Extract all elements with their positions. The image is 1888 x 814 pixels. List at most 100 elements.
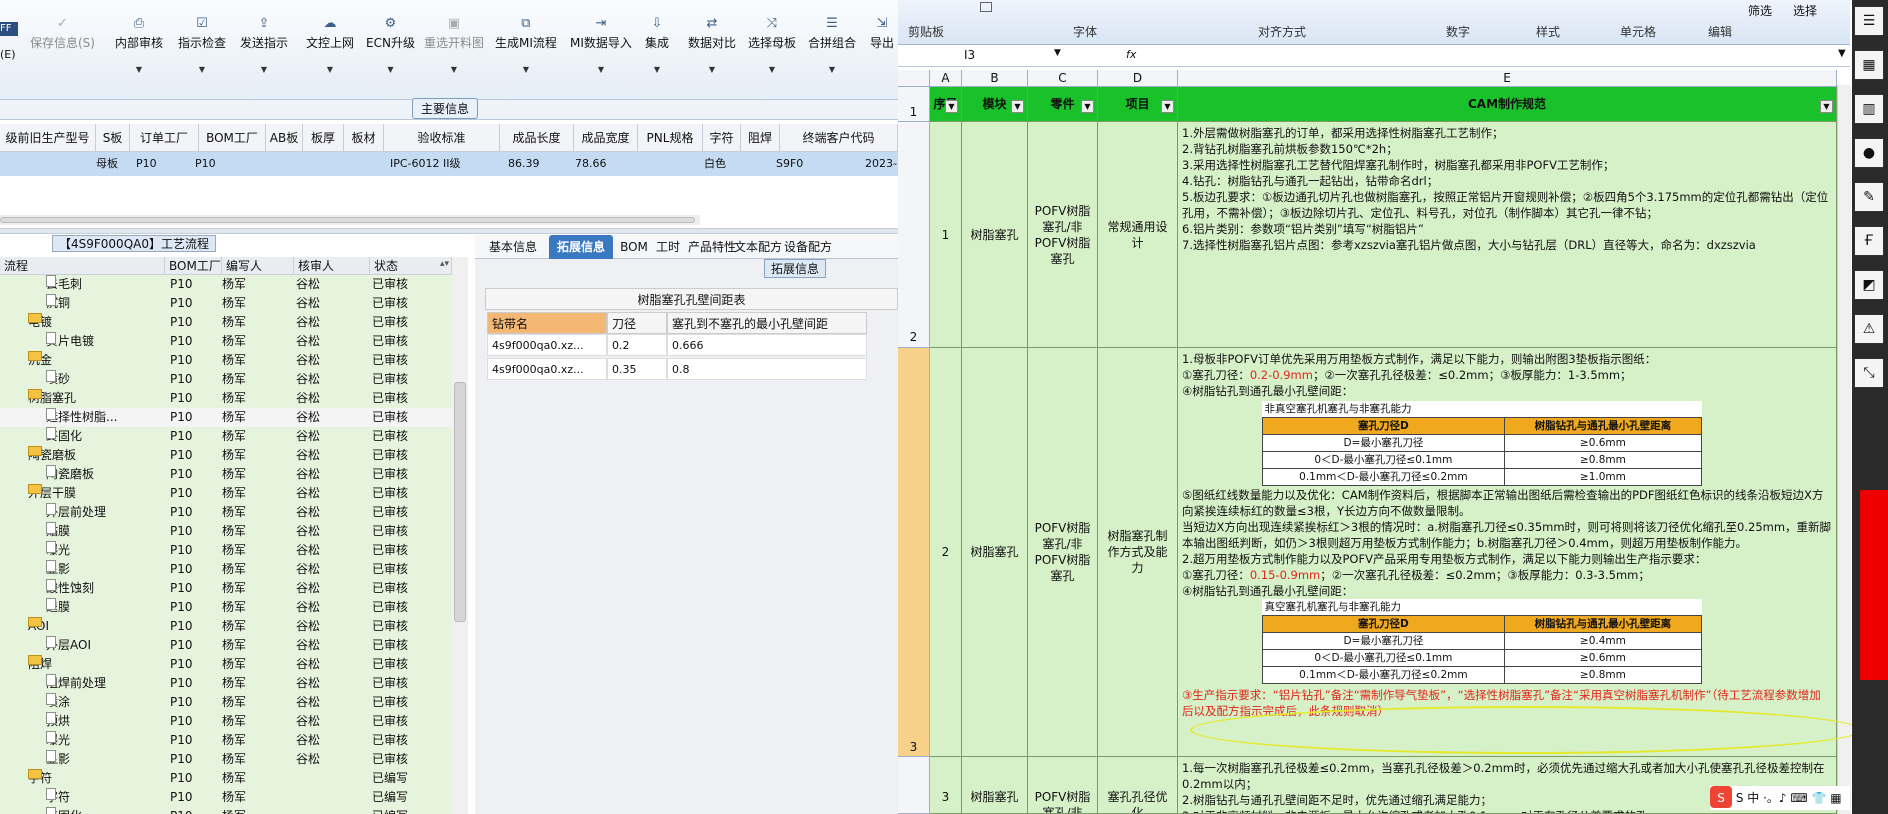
column-header-D[interactable]: D (1098, 70, 1178, 87)
sheet-cell-seq[interactable]: 1 (930, 122, 962, 348)
ext-header-2[interactable]: 塞孔到不塞孔的最小孔壁间距 (667, 312, 867, 334)
grid-header-2[interactable]: 订单工厂 (130, 124, 199, 152)
grid-header-0[interactable]: 级前旧生产型号 (0, 124, 96, 152)
ext-cell[interactable]: 0.8 (667, 358, 867, 380)
tree-header-3[interactable]: 核审人 (294, 257, 370, 275)
tree-row[interactable]: 喷涂 P10 杨军 谷松 已审核 (0, 693, 452, 712)
filter-button[interactable]: 筛选 (1748, 2, 1772, 19)
horizontal-scrollbar[interactable] (0, 215, 700, 225)
chevron-down-icon[interactable]: ▼ (808, 65, 856, 74)
name-box[interactable]: I3 (964, 48, 975, 62)
grid-header-7[interactable]: 验收标准 (384, 124, 500, 152)
tree-row[interactable]: AOI P10 杨军 谷松 已审核 (0, 617, 452, 636)
sheet-cell-seq[interactable]: 3 (930, 757, 962, 814)
chevron-down-icon[interactable]: ▼ (240, 65, 288, 74)
chevron-down-icon[interactable]: ▼ (495, 65, 557, 74)
sheet-header-0[interactable]: 序号▼ (930, 87, 962, 122)
row-header-3[interactable]: 3 (898, 348, 930, 757)
column-header-A[interactable]: A (930, 70, 962, 87)
sheet-cell-item[interactable]: 塞孔孔径优化 (1098, 757, 1178, 814)
tree-row[interactable]: 曝光 P10 杨军 谷松 已审核 (0, 541, 452, 560)
sheet-cell-module[interactable]: 树脂塞孔 (962, 122, 1028, 348)
chevron-down-icon[interactable]: ▼ (570, 65, 632, 74)
tree-row[interactable]: 显影 P10 杨军 谷松 已审核 (0, 750, 452, 769)
grid-header-11[interactable]: 字符 (703, 124, 741, 152)
ext-cell[interactable]: 4s9f000qa0.xz... (487, 358, 607, 380)
toolbar-edge-tab[interactable]: FF (0, 22, 18, 36)
sheet-cell-seq[interactable]: 2 (930, 348, 962, 757)
tree-row[interactable]: 字符 P10 杨军 已编写 (0, 788, 452, 807)
tree-row[interactable]: 电镀 P10 杨军 谷松 已审核 (0, 313, 452, 332)
name-box-dropdown-icon[interactable]: ▼ (1054, 48, 1061, 58)
grid-header-13[interactable]: 终端客户代码 (780, 124, 898, 152)
sheet-cell-part[interactable]: POFV树脂塞孔/非POFV树脂塞孔 (1028, 348, 1098, 757)
grid-header-10[interactable]: PNL规格 (638, 124, 703, 152)
sheet-header-3[interactable]: 项目 ▼ (1098, 87, 1178, 122)
filter-dropdown-icon[interactable]: ▼ (1820, 100, 1833, 113)
column-header-B[interactable]: B (962, 70, 1028, 87)
grid-header-9[interactable]: 成品宽度 (574, 124, 638, 152)
toolbar-button-1[interactable]: ⎙ 内部审核 ▼ (115, 16, 163, 74)
sheet-cell-item[interactable]: 常规通用设计 (1098, 122, 1178, 348)
font-icon[interactable]: Ғ (1854, 226, 1884, 256)
tree-row[interactable]: 去毛刺 P10 杨军 谷松 已审核 (0, 275, 452, 294)
filter-dropdown-icon[interactable]: ▼ (1161, 100, 1174, 113)
chevron-down-icon[interactable]: ▼ (748, 65, 796, 74)
toolbar-button-5[interactable]: ⚙ ECN升级 ▼ (366, 16, 415, 74)
ext-header-1[interactable]: 刀径 (607, 312, 667, 334)
toolbar-button-9[interactable]: ⇩ 集成 ▼ (645, 16, 669, 74)
tree-row[interactable]: 字符 P10 杨军 已编写 (0, 769, 452, 788)
tree-row[interactable]: 曝光 P10 杨军 谷松 已审核 (0, 731, 452, 750)
tree-row[interactable]: 外层干膜 P10 杨军 谷松 已审核 (0, 484, 452, 503)
toolbar-button-12[interactable]: ☰ 合拼组合 ▼ (808, 16, 856, 74)
filter-dropdown-icon[interactable]: ▼ (1011, 100, 1024, 113)
tree-row[interactable]: 选择性树脂... P10 杨军 谷松 已审核 (0, 408, 452, 427)
bold-icon[interactable] (980, 2, 992, 12)
shape-icon[interactable]: ◩ (1854, 270, 1884, 300)
ext-cell[interactable]: 0.35 (607, 358, 667, 380)
grid-header-5[interactable]: 板厚 (303, 124, 344, 152)
sheet-cell-spec-2[interactable]: 1.母板非POFV订单优先采用万用垫板方式制作，满足以下能力，则输出附图3垫板指… (1178, 348, 1837, 757)
sheet-cell-module[interactable]: 树脂塞孔 (962, 348, 1028, 757)
sheet-cell-module[interactable]: 树脂塞孔 (962, 757, 1028, 814)
toolbar-button-7[interactable]: ⧉ 生成MI流程 ▼ (495, 16, 557, 74)
sheet-cell-spec-1[interactable]: 1.外层需做树脂塞孔的订单，都采用选择性树脂塞孔工艺制作； 2.背钻孔树脂塞孔前… (1178, 122, 1837, 348)
toolbar-button-10[interactable]: ⇄ 数据对比 ▼ (688, 16, 736, 74)
tree-header-2[interactable]: 编写人 (222, 257, 294, 275)
tab-3[interactable]: 工时 (653, 235, 683, 259)
tree-row[interactable]: 外层前处理 P10 杨军 谷松 已审核 (0, 503, 452, 522)
tab-0[interactable]: 基本信息 (483, 235, 543, 259)
row-header-4[interactable] (898, 757, 930, 814)
horizontal-scroll-thumb[interactable] (0, 217, 695, 223)
sheet-header-1[interactable]: 模块 ▼ (962, 87, 1028, 122)
bar-icon[interactable]: ▥ (1854, 94, 1884, 124)
move-icon[interactable]: ⤡ (1854, 358, 1884, 388)
tree-row[interactable]: 预烘 P10 杨军 谷松 已审核 (0, 712, 452, 731)
grid-header-12[interactable]: 阻焊 (741, 124, 780, 152)
toolbar-button-8[interactable]: ⇥ MI数据导入 ▼ (570, 16, 632, 74)
sheet-cell-part[interactable]: POFV树脂塞孔/非POFV树脂塞孔 (1028, 757, 1098, 814)
tree-vertical-scrollbar[interactable] (452, 257, 468, 814)
tree-row[interactable]: 沉铜 P10 杨军 谷松 已审核 (0, 294, 452, 313)
tree-row[interactable]: 外层AOI P10 杨军 谷松 已审核 (0, 636, 452, 655)
tree-row[interactable]: 喷砂 P10 杨军 谷松 已审核 (0, 370, 452, 389)
chevron-down-icon[interactable]: ▼ (424, 65, 484, 74)
grid-header-3[interactable]: BOM工厂 (199, 124, 266, 152)
grid-header-1[interactable]: S板 (96, 124, 130, 152)
tree-row[interactable]: 贴膜 P10 杨军 谷松 已审核 (0, 522, 452, 541)
toolbar-button-6[interactable]: ▣ 重选开料图 ▼ (424, 16, 484, 74)
column-header-C[interactable]: C (1028, 70, 1098, 87)
tab-1[interactable]: 拓展信息 (549, 235, 613, 259)
chevron-down-icon[interactable]: ▼ (306, 65, 354, 74)
tree-row[interactable]: 阻焊前处理 P10 杨军 谷松 已审核 (0, 674, 452, 693)
sheet-vertical-scrollbar[interactable] (1837, 85, 1851, 814)
tree-header-scroll-arrows[interactable]: ▴▾ (440, 259, 449, 269)
toolbar-button-4[interactable]: ☁ 文控上网 ▼ (306, 16, 354, 74)
tree-row[interactable]: 陶瓷磨板 P10 杨军 谷松 已审核 (0, 465, 452, 484)
chevron-down-icon[interactable]: ▼ (688, 65, 736, 74)
ext-cell[interactable]: 4s9f000qa0.xz... (487, 334, 607, 356)
tree-row[interactable]: 负片电镀 P10 杨军 谷松 已审核 (0, 332, 452, 351)
select-all-corner[interactable] (898, 70, 930, 87)
tree-header-0[interactable]: 流程 (0, 257, 165, 275)
column-header-E[interactable]: E (1178, 70, 1837, 87)
